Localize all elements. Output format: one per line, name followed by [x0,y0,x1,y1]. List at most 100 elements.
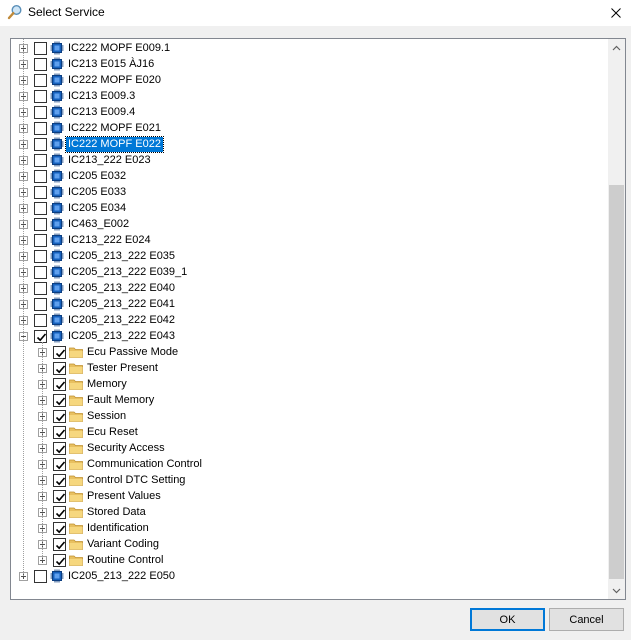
tree-item-ecu[interactable]: IC463_E002 [11,216,607,232]
item-checkbox[interactable] [34,298,47,311]
tree-item-label: Identification [87,522,149,534]
tree-item-service[interactable]: Variant Coding [11,536,607,552]
item-checkbox[interactable] [34,250,47,263]
item-checkbox[interactable] [53,442,66,455]
item-checkbox[interactable] [34,570,47,583]
chevron-down-icon [612,588,621,593]
item-checkbox[interactable] [53,506,66,519]
vertical-scrollbar[interactable] [608,39,625,599]
tree-item-label: IC205_213_222 E035 [68,250,176,262]
item-checkbox[interactable] [53,522,66,535]
tree-item-label: IC213_222 E024 [68,234,151,246]
folder-icon [69,539,83,550]
item-checkbox[interactable] [53,378,66,391]
tree-item-ecu[interactable]: IC213 E009.3 [11,88,607,104]
tree-item-ecu[interactable]: IC213 E009.4 [11,104,607,120]
tree-item-ecu[interactable]: IC222 MOPF E022 [11,136,607,153]
tree-item-ecu[interactable]: IC213 E015 ÀJ16 [11,56,607,72]
item-checkbox[interactable] [34,42,47,55]
item-checkbox[interactable] [34,186,47,199]
item-checkbox[interactable] [34,234,47,247]
checkmark-icon [55,493,66,502]
scroll-up-button[interactable] [608,39,625,56]
item-checkbox[interactable] [34,138,47,151]
tree-item-service[interactable]: Identification [11,520,607,536]
tree-item-ecu[interactable]: IC205_213_222 E041 [11,296,607,312]
service-tree-view[interactable]: IC222 MOPF E009.1 IC213 E015 ÀJ16 IC222 MO… [10,38,626,600]
close-button[interactable] [601,0,631,26]
tree-item-label: IC213 E009.3 [68,90,136,102]
tree-item-service[interactable]: Communication Control [11,456,607,472]
tree-item-ecu[interactable]: IC205_213_222 E040 [11,280,607,296]
tree-item-label: IC463_E002 [68,218,130,230]
item-checkbox[interactable] [34,122,47,135]
tree-item-ecu[interactable]: IC205_213_222 E039_1 [11,264,607,280]
item-checkbox[interactable] [53,426,66,439]
tree-item-ecu[interactable]: IC213_222 E024 [11,232,607,248]
tree-item-ecu[interactable]: IC205_213_222 E043 [11,328,607,344]
item-checkbox[interactable] [34,58,47,71]
folder-icon [69,379,83,390]
tree-item-ecu[interactable]: IC205_213_222 E035 [11,248,607,264]
tree-item-ecu[interactable]: IC213_222 E023 [11,152,607,168]
item-checkbox[interactable] [53,410,66,423]
item-checkbox[interactable] [53,458,66,471]
tree-item-service[interactable]: Tester Present [11,360,607,376]
scroll-down-button[interactable] [608,582,625,599]
tree-item-service[interactable]: Memory [11,376,607,392]
tree-item-ecu[interactable]: IC205 E032 [11,168,607,184]
chip-icon [50,313,64,327]
chip-icon [50,89,64,103]
tree-item-service[interactable]: Security Access [11,440,607,456]
tree-item-ecu[interactable]: IC205 E033 [11,184,607,200]
item-checkbox[interactable] [53,474,66,487]
item-checkbox[interactable] [34,282,47,295]
item-checkbox[interactable] [34,202,47,215]
tree-item-ecu[interactable]: IC205_213_222 E042 [11,312,607,328]
tree: IC222 MOPF E009.1 IC213 E015 ÀJ16 IC222 MO… [11,39,607,584]
tree-item-ecu[interactable]: IC205 E034 [11,200,607,216]
folder-icon [69,363,83,374]
tree-item-service[interactable]: Routine Control [11,552,607,568]
item-checkbox[interactable] [53,346,66,359]
tree-item-service[interactable]: Present Values [11,488,607,504]
tree-item-ecu[interactable]: IC222 MOPF E021 [11,120,607,136]
cancel-button[interactable]: Cancel [549,608,624,631]
item-checkbox[interactable] [53,394,66,407]
item-checkbox[interactable] [34,314,47,327]
tree-item-label: Routine Control [87,554,164,566]
close-icon [611,8,621,18]
item-checkbox[interactable] [34,266,47,279]
tree-item-ecu[interactable]: IC222 MOPF E020 [11,72,607,88]
item-checkbox[interactable] [53,554,66,567]
item-checkbox[interactable] [34,330,47,343]
item-checkbox[interactable] [34,90,47,103]
item-checkbox[interactable] [34,218,47,231]
tree-item-service[interactable]: Control DTC Setting [11,472,607,488]
tree-item-label: IC222 MOPF E021 [68,122,161,134]
tree-item-service[interactable]: Stored Data [11,504,607,520]
item-checkbox[interactable] [53,490,66,503]
tree-item-service[interactable]: Ecu Passive Mode [11,344,607,360]
chip-icon [50,57,64,71]
item-checkbox[interactable] [34,74,47,87]
item-checkbox[interactable] [34,106,47,119]
item-checkbox[interactable] [53,538,66,551]
tree-item-ecu[interactable]: IC205_213_222 E050 [11,568,607,584]
checkmark-icon [55,365,66,374]
item-checkbox[interactable] [34,170,47,183]
checkmark-icon [55,525,66,534]
tree-item-ecu[interactable]: IC222 MOPF E009.1 [11,40,607,56]
tree-item-label: IC205 E033 [68,186,127,198]
scroll-thumb[interactable] [609,185,624,579]
tree-item-service[interactable]: Fault Memory [11,392,607,408]
item-checkbox[interactable] [34,154,47,167]
tree-item-label: Present Values [87,490,161,502]
tree-item-service[interactable]: Session [11,408,607,424]
item-checkbox[interactable] [53,362,66,375]
tree-item-service[interactable]: Ecu Reset [11,424,607,440]
tree-root-line [23,39,24,576]
ok-button[interactable]: OK [470,608,545,631]
checkmark-icon [55,461,66,470]
folder-icon [69,411,83,422]
